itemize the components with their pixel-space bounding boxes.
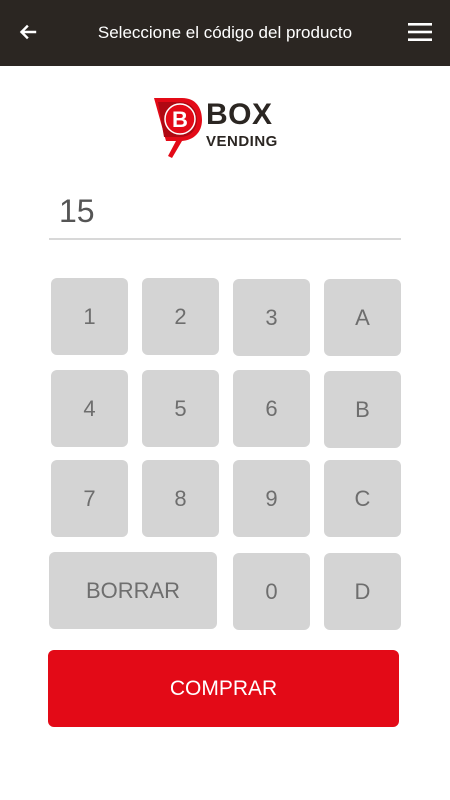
arrow-left-icon (19, 24, 37, 40)
logo-text-vending: VENDING (206, 133, 278, 150)
hamburger-menu-icon (408, 23, 432, 41)
key-4[interactable]: 4 (51, 370, 128, 447)
key-3[interactable]: 3 (233, 279, 310, 356)
key-7[interactable]: 7 (51, 460, 128, 537)
key-1[interactable]: 1 (51, 278, 128, 355)
key-b[interactable]: B (324, 371, 401, 448)
app-screen: Seleccione el código del producto B BOX … (0, 0, 450, 800)
key-2[interactable]: 2 (142, 278, 219, 355)
key-6[interactable]: 6 (233, 370, 310, 447)
menu-button[interactable] (398, 12, 442, 52)
page-title: Seleccione el código del producto (97, 23, 353, 42)
key-9[interactable]: 9 (233, 460, 310, 537)
key-8[interactable]: 8 (142, 460, 219, 537)
key-0[interactable]: 0 (233, 553, 310, 630)
buy-button[interactable]: COMPRAR (48, 650, 399, 727)
key-5[interactable]: 5 (142, 370, 219, 447)
product-code-input[interactable] (49, 184, 401, 240)
box-vending-logo: B BOX VENDING (152, 94, 292, 160)
logo-badge-letter: B (172, 107, 188, 132)
clear-button[interactable]: BORRAR (49, 552, 217, 629)
logo-text-box: BOX (206, 98, 273, 131)
box-vending-badge-icon: B (154, 98, 202, 158)
key-a[interactable]: A (324, 279, 401, 356)
key-d[interactable]: D (324, 553, 401, 630)
key-c[interactable]: C (324, 460, 401, 537)
back-button[interactable] (8, 12, 48, 52)
top-app-bar: Seleccione el código del producto (0, 0, 450, 66)
